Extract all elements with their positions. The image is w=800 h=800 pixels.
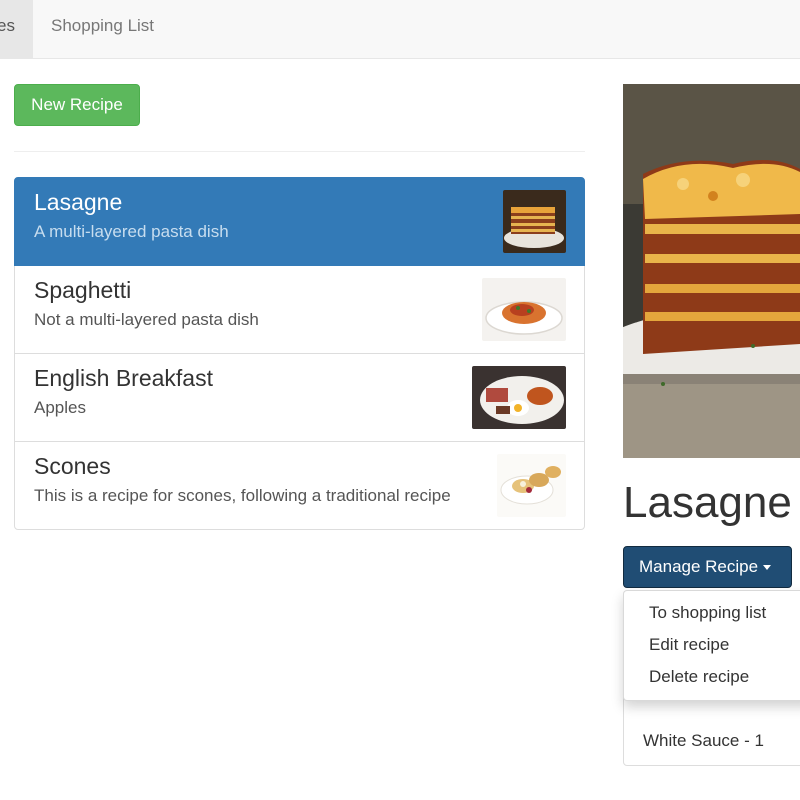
menu-item-to-shopping-list[interactable]: To shopping list <box>624 597 800 629</box>
recipe-name: Lasagne <box>34 189 123 215</box>
manage-recipe-label: Manage Recipe <box>639 557 759 576</box>
lasagne-photo <box>623 84 800 458</box>
recipe-item-spaghetti[interactable]: Spaghetti Not a multi-layered pasta dish <box>14 265 585 354</box>
recipe-item-lasagne[interactable]: Lasagne A multi-layered pasta dish <box>14 177 585 266</box>
recipe-name: Scones <box>34 453 111 479</box>
navbar: Recipes Shopping List <box>0 0 800 59</box>
caret-down-icon <box>763 565 772 571</box>
english-breakfast-thumbnail <box>472 366 566 429</box>
recipe-item-english-breakfast[interactable]: English Breakfast Apples <box>14 353 585 442</box>
tab-recipes[interactable]: Recipes <box>0 0 33 58</box>
recipe-description: Not a multi-layered pasta dish <box>34 310 259 329</box>
tab-recipes-label: Recipes <box>0 16 15 35</box>
recipe-name: English Breakfast <box>34 365 213 391</box>
new-recipe-button[interactable]: New Recipe <box>14 84 140 126</box>
menu-item-edit-recipe[interactable]: Edit recipe <box>624 629 800 661</box>
scones-thumbnail <box>497 454 566 517</box>
recipe-title: Lasagne <box>623 478 792 527</box>
recipe-description: A multi-layered pasta dish <box>34 222 229 241</box>
ingredient-item[interactable]: White Sauce - 1 <box>643 731 764 751</box>
tab-shopping-list[interactable]: Shopping List <box>51 0 154 58</box>
manage-recipe-dropdown: To shopping list Edit recipe Delete reci… <box>623 590 800 701</box>
divider <box>14 151 585 152</box>
manage-recipe-button[interactable]: Manage Recipe <box>623 546 792 588</box>
recipe-description: This is a recipe for scones, following a… <box>34 486 451 505</box>
ingredient-list: White Sauce - 1 <box>623 690 800 766</box>
spaghetti-thumbnail <box>482 278 566 341</box>
recipe-list: Lasagne A multi-layered pasta dish Spagh… <box>14 177 585 530</box>
lasagne-thumbnail <box>503 190 566 253</box>
menu-item-delete-recipe[interactable]: Delete recipe <box>624 661 800 693</box>
recipe-item-scones[interactable]: Scones This is a recipe for scones, foll… <box>14 441 585 530</box>
recipe-name: Spaghetti <box>34 277 132 303</box>
recipe-description: Apples <box>34 398 86 417</box>
